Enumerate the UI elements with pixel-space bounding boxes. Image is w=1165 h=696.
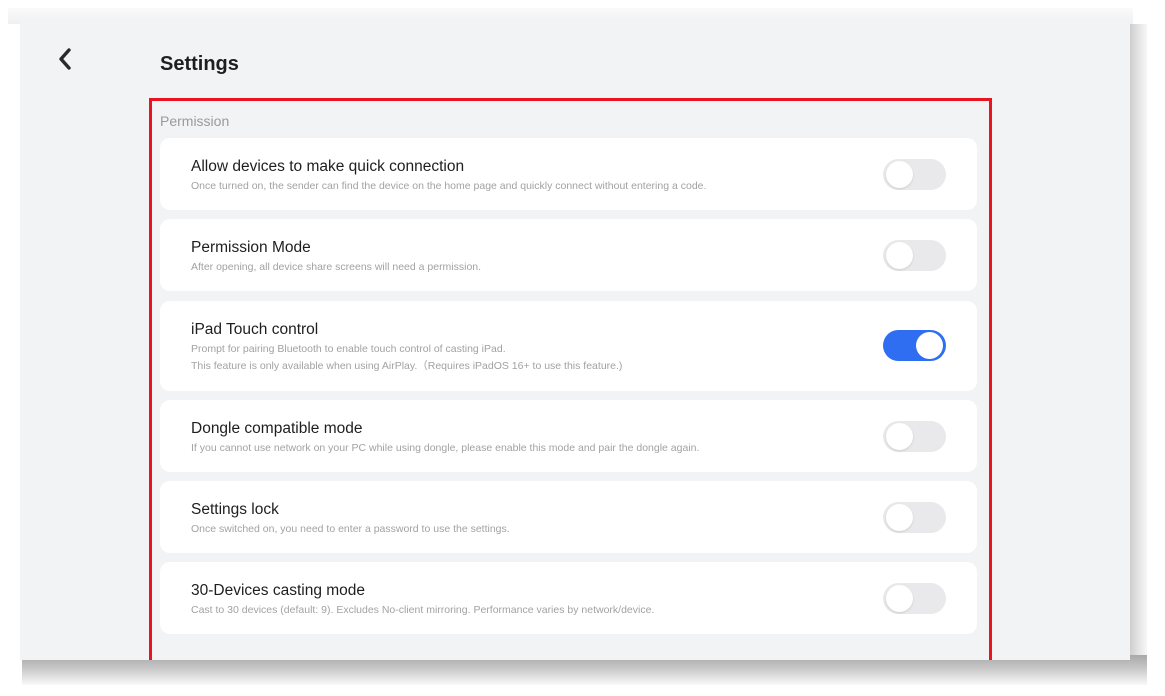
- setting-title: 30-Devices casting mode: [191, 582, 366, 599]
- page-title: Settings: [160, 53, 239, 75]
- toggle-knob: [886, 161, 913, 188]
- setting-description: Once switched on, you need to enter a pa…: [191, 523, 510, 535]
- setting-description: If you cannot use network on your PC whi…: [191, 442, 700, 454]
- setting-row-ipad-touch-control: iPad Touch control Prompt for pairing Bl…: [160, 301, 977, 391]
- toggle-knob: [886, 423, 913, 450]
- back-button[interactable]: [50, 44, 80, 74]
- toggle-settings-lock[interactable]: [883, 502, 946, 533]
- setting-title: Permission Mode: [191, 239, 311, 256]
- chevron-left-icon: [59, 48, 71, 70]
- setting-description-note: This feature is only available when usin…: [191, 360, 623, 372]
- toggle-knob: [886, 242, 913, 269]
- setting-description: After opening, all device share screens …: [191, 261, 482, 273]
- setting-title: Allow devices to make quick connection: [191, 158, 465, 175]
- settings-window: Settings Permission Allow devices to mak…: [20, 20, 1130, 660]
- setting-title: Dongle compatible mode: [191, 420, 363, 437]
- setting-description: Once turned on, the sender can find the …: [191, 180, 707, 192]
- setting-row-30-devices: 30-Devices casting mode Cast to 30 devic…: [160, 562, 977, 634]
- toggle-knob: [886, 504, 913, 531]
- toggle-permission-mode[interactable]: [883, 240, 946, 271]
- toggle-ipad-touch-control[interactable]: [883, 330, 946, 361]
- setting-row-dongle-compatible: Dongle compatible mode If you cannot use…: [160, 400, 977, 472]
- toggle-knob: [916, 332, 943, 359]
- setting-description: Prompt for pairing Bluetooth to enable t…: [191, 343, 506, 355]
- toggle-knob: [886, 585, 913, 612]
- setting-row-permission-mode: Permission Mode After opening, all devic…: [160, 219, 977, 291]
- setting-description: Cast to 30 devices (default: 9). Exclude…: [191, 604, 655, 616]
- toggle-dongle-compatible[interactable]: [883, 421, 946, 452]
- setting-row-settings-lock: Settings lock Once switched on, you need…: [160, 481, 977, 553]
- setting-title: Settings lock: [191, 501, 279, 518]
- section-label-permission: Permission: [160, 113, 230, 129]
- setting-row-quick-connection: Allow devices to make quick connection O…: [160, 138, 977, 210]
- setting-title: iPad Touch control: [191, 321, 319, 338]
- toggle-30-devices[interactable]: [883, 583, 946, 614]
- toggle-quick-connection[interactable]: [883, 159, 946, 190]
